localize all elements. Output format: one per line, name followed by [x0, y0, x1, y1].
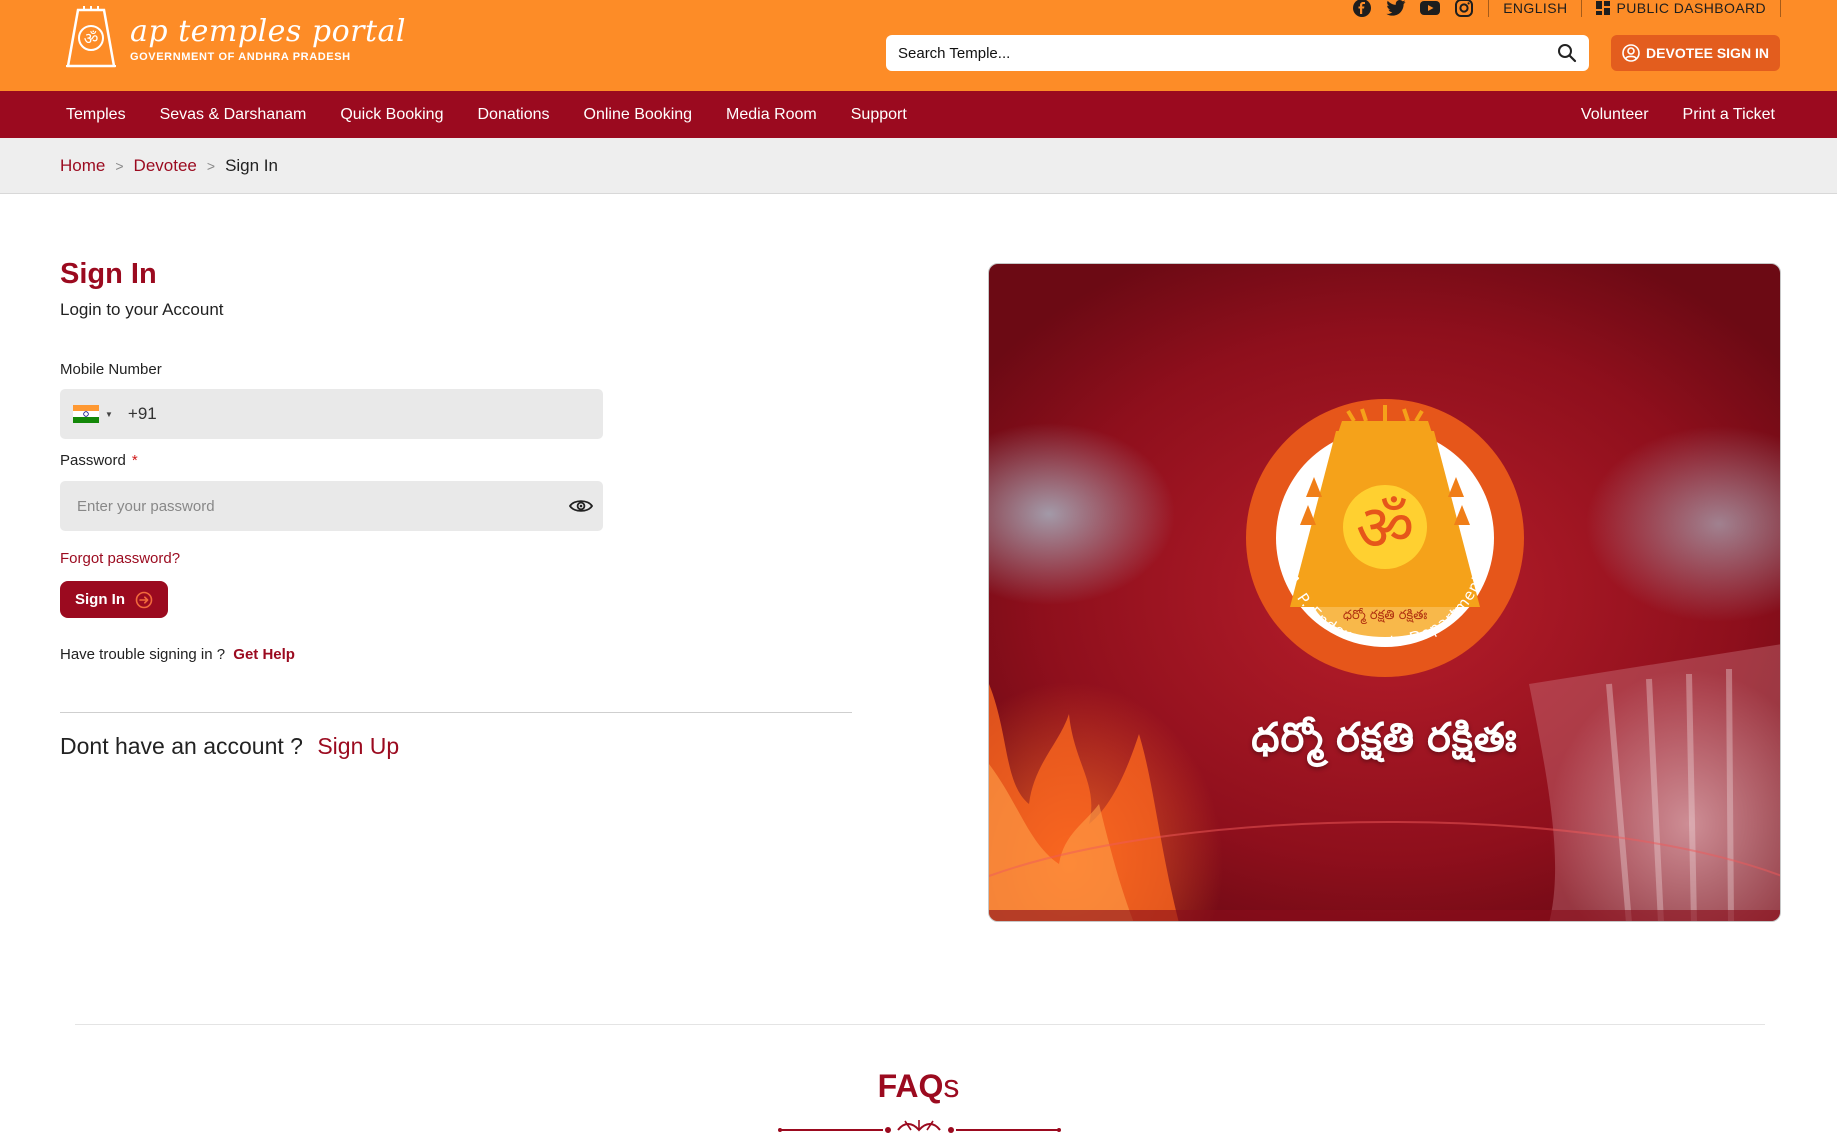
banner-tagline: ధర్మో రక్షతి రక్షితః	[1251, 716, 1518, 760]
devotee-sign-in-button[interactable]: DEVOTEE SIGN IN	[1611, 35, 1780, 71]
nav-item-temples[interactable]: Temples	[66, 106, 126, 124]
password-field[interactable]	[60, 481, 603, 531]
logo-title: ap temples portal	[130, 14, 407, 49]
password-input[interactable]	[77, 497, 569, 515]
logo-subtitle: GOVERNMENT OF ANDHRA PRADESH	[130, 51, 351, 63]
sign-in-button[interactable]: Sign In	[60, 581, 168, 618]
user-circle-icon	[1622, 44, 1640, 62]
divider	[1581, 0, 1583, 17]
main-nav: Temples Sevas & Darshanam Quick Booking …	[0, 91, 1837, 138]
required-mark: *	[131, 452, 138, 469]
breadcrumb-separator: >	[206, 158, 216, 174]
dashboard-icon	[1596, 1, 1611, 15]
public-dashboard-link[interactable]: PUBLIC DASHBOARD	[1596, 0, 1766, 16]
top-header: ॐ ap temples portal GOVERNMENT OF ANDHRA…	[0, 0, 1837, 91]
sign-in-button-label: Sign In	[75, 591, 125, 608]
endowments-banner: ॐ A. P. Endowments Department ధర్మో రక్ష…	[988, 263, 1781, 922]
nav-item-media-room[interactable]: Media Room	[726, 106, 817, 124]
nav-item-quick-booking[interactable]: Quick Booking	[340, 106, 443, 124]
divider	[1780, 0, 1781, 17]
svg-text:ॐ: ॐ	[1356, 492, 1414, 566]
arrow-right-circle-icon	[135, 591, 153, 608]
trouble-signing-in: Have trouble signing in ? Get Help	[60, 646, 295, 663]
no-account-text: Dont have an account ?	[60, 733, 303, 759]
faq-title-suffix: s	[943, 1068, 960, 1104]
breadcrumb-bar: Home > Devotee > Sign In	[0, 138, 1837, 194]
page-title: Sign In	[60, 258, 157, 290]
devotee-sign-in-label: DEVOTEE SIGN IN	[1646, 45, 1769, 61]
ornament-divider-icon	[778, 1120, 1061, 1133]
endowments-emblem-icon: ॐ A. P. Endowments Department ధర్మో రక్ష…	[1246, 399, 1524, 677]
language-selector[interactable]: ENGLISH	[1503, 0, 1567, 16]
site-logo[interactable]: ॐ ap temples portal GOVERNMENT OF ANDHRA…	[60, 6, 406, 72]
temple-logo-icon: ॐ	[66, 6, 116, 68]
faq-top-divider	[75, 1024, 1765, 1025]
chevron-down-icon[interactable]: ▼	[105, 410, 113, 419]
utility-row: ENGLISH PUBLIC DASHBOARD	[1352, 0, 1781, 17]
search-icon[interactable]	[1557, 43, 1577, 63]
faq-title-main: FAQ	[877, 1068, 944, 1104]
nav-item-sevas-darshanam[interactable]: Sevas & Darshanam	[160, 106, 307, 124]
eye-icon[interactable]	[569, 498, 593, 514]
nav-item-volunteer[interactable]: Volunteer	[1581, 106, 1649, 124]
no-account-prompt: Dont have an account ? Sign Up	[60, 733, 399, 760]
breadcrumb: Home > Devotee > Sign In	[60, 138, 278, 194]
sign-up-link[interactable]: Sign Up	[317, 733, 399, 759]
india-flag-icon[interactable]	[73, 405, 99, 423]
breadcrumb-current: Sign In	[225, 156, 278, 175]
section-divider	[60, 712, 852, 713]
nav-item-donations[interactable]: Donations	[477, 106, 549, 124]
svg-text:ॐ: ॐ	[84, 29, 99, 48]
breadcrumb-home[interactable]: Home	[60, 156, 105, 176]
twitter-icon[interactable]	[1386, 0, 1406, 17]
public-dashboard-label: PUBLIC DASHBOARD	[1616, 0, 1766, 16]
facebook-icon[interactable]	[1352, 0, 1372, 17]
svg-text:ధర్మో రక్షతి రక్షితః: ధర్మో రక్షతి రక్షితః	[1343, 607, 1428, 625]
youtube-icon[interactable]	[1420, 0, 1441, 17]
mobile-number-label: Mobile Number	[60, 361, 162, 378]
breadcrumb-devotee[interactable]: Devotee	[134, 156, 197, 176]
dial-code: +91	[127, 404, 157, 423]
search-input[interactable]	[898, 44, 1557, 62]
forgot-password-link[interactable]: Forgot password?	[60, 550, 180, 567]
faq-heading: FAQs	[0, 1068, 1837, 1105]
instagram-icon[interactable]	[1454, 0, 1474, 17]
password-label: Password *	[60, 452, 138, 469]
nav-item-support[interactable]: Support	[851, 106, 907, 124]
divider	[1488, 0, 1490, 17]
nav-item-print-ticket[interactable]: Print a Ticket	[1683, 106, 1775, 124]
get-help-link[interactable]: Get Help	[233, 646, 295, 663]
temple-search-box[interactable]	[886, 35, 1589, 71]
nav-item-online-booking[interactable]: Online Booking	[584, 106, 693, 124]
password-label-text: Password	[60, 452, 126, 469]
mobile-number-field[interactable]: ▼ +91	[60, 389, 603, 439]
page-subtitle: Login to your Account	[60, 300, 224, 319]
trouble-text: Have trouble signing in ?	[60, 646, 226, 663]
breadcrumb-separator: >	[115, 158, 124, 174]
